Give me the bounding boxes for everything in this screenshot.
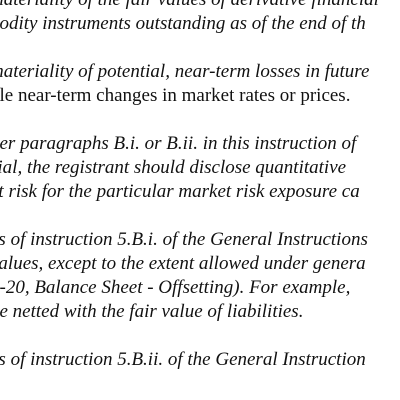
text-line: her paragraphs B.i. or B.ii. in this ins… [0, 133, 357, 154]
text-line: es of instruction 5.B.i. of the General … [0, 229, 368, 250]
text-line: materiality of potential, near-term loss… [0, 61, 370, 82]
text-line: ble near-term changes in market rates or… [0, 85, 351, 106]
text-line: nodity instruments outstanding as of the… [0, 13, 366, 34]
text-line: rial, the registrant should disclose qua… [0, 157, 347, 178]
text-line: es of instruction 5.B.ii. of the General… [0, 349, 366, 370]
text-line: be netted with the fair value of liabili… [0, 301, 304, 322]
text-line: materiality of the fair values of deriva… [0, 0, 400, 12]
text-line: 0-20, Balance Sheet - Offsetting). For e… [0, 277, 351, 298]
document-page: materiality of the fair values of deriva… [0, 0, 400, 372]
text-line: et risk for the particular market risk e… [0, 181, 360, 202]
text-line: values, except to the extent allowed und… [0, 253, 366, 274]
